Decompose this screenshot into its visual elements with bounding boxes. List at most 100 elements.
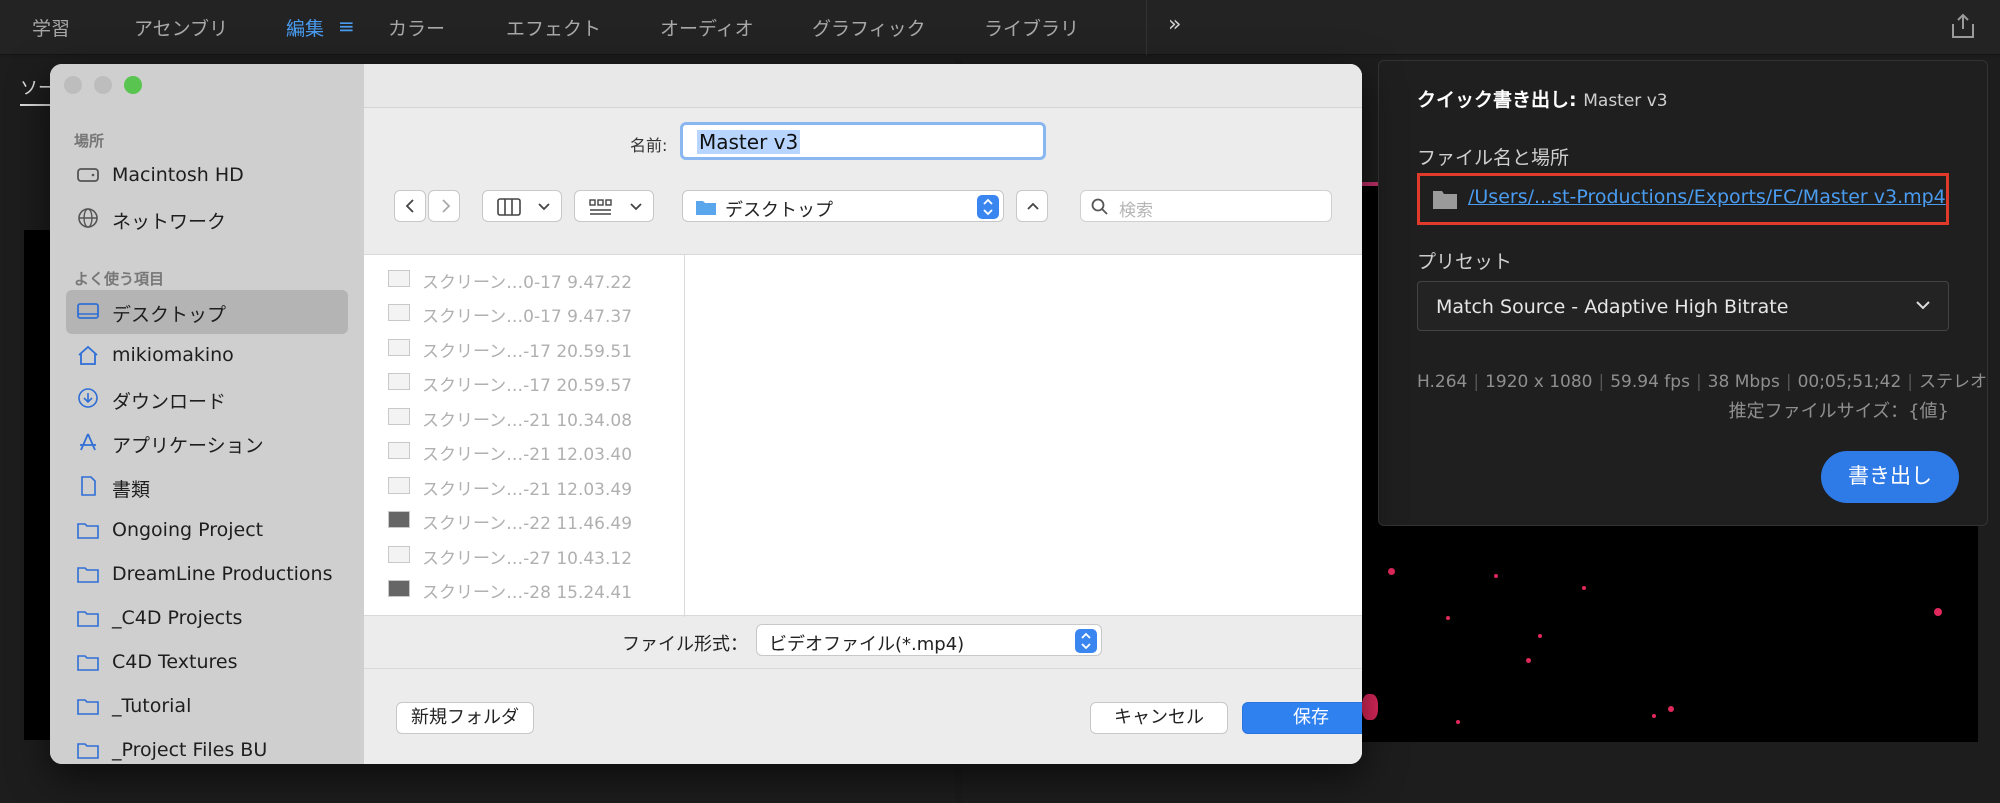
file-name: スクリーン…-17 20.59.57 — [422, 376, 633, 396]
folder-icon — [77, 567, 99, 583]
audio-info: ステレオ — [1919, 372, 1988, 392]
video-particle — [1934, 608, 1942, 616]
export-settings-summary: H.264 | 1920 x 1080 | 59.94 fps | 38 Mbps | 00;0… — [1417, 372, 1988, 392]
divider — [1146, 0, 1147, 55]
collapse-button[interactable] — [1016, 190, 1048, 222]
sidebar-item-desktop[interactable]: デスクトップ — [66, 290, 348, 334]
sidebar-item-c4d-textures[interactable]: C4D Textures — [66, 641, 348, 683]
search-placeholder: 検索 — [1119, 201, 1153, 221]
hard-drive-icon — [77, 168, 99, 182]
forward-button[interactable] — [428, 190, 460, 222]
sidebar-item-label: _Tutorial — [112, 695, 192, 717]
cancel-button[interactable]: キャンセル — [1090, 702, 1228, 734]
tab-editing[interactable]: 編集 — [286, 14, 324, 41]
close-window-button[interactable] — [64, 76, 82, 94]
format-dropdown[interactable]: ビデオファイル(*.mp4) — [756, 624, 1102, 656]
image-thumbnail-icon — [388, 580, 410, 597]
sidebar-item-label: _Project Files BU — [112, 739, 268, 761]
zoom-window-button[interactable] — [124, 76, 142, 94]
view-mode-button[interactable] — [482, 190, 562, 222]
sidebar-item-project-files-bu[interactable]: _Project Files BU — [66, 729, 348, 764]
sidebar-item-applications[interactable]: アプリケーション — [66, 421, 348, 463]
location-dropdown[interactable]: デスクトップ — [682, 190, 1004, 222]
image-thumbnail-icon — [388, 339, 410, 356]
resolution-info: 1920 x 1080 — [1485, 372, 1593, 392]
sidebar-item-label: C4D Textures — [112, 651, 238, 673]
stepper-icon — [1075, 629, 1097, 653]
folder-icon — [77, 611, 99, 627]
tab-assembly[interactable]: アセンブリ — [134, 14, 228, 41]
image-thumbnail-icon — [388, 304, 410, 321]
file-name: スクリーン…0-17 9.47.37 — [422, 307, 633, 327]
sidebar-item-label: _C4D Projects — [112, 607, 243, 629]
framerate-info: 59.94 fps — [1610, 372, 1690, 392]
tab-audio[interactable]: オーディオ — [660, 14, 754, 41]
video-particle — [1456, 720, 1460, 724]
image-thumbnail-icon — [388, 511, 410, 528]
file-name: スクリーン…-21 10.34.08 — [422, 411, 633, 431]
export-button[interactable]: 書き出し — [1821, 451, 1959, 503]
folder-icon — [77, 523, 99, 539]
file-location-label: ファイル名と場所 — [1417, 147, 1570, 169]
image-thumbnail-icon — [388, 546, 410, 563]
minimize-window-button[interactable] — [94, 76, 112, 94]
filename-value: Master v3 — [697, 130, 801, 154]
share-icon[interactable] — [1950, 12, 1976, 40]
sidebar-item-tutorial[interactable]: _Tutorial — [66, 685, 348, 727]
video-particle — [1388, 568, 1395, 575]
columns-view-icon — [497, 198, 521, 216]
quick-export-sequence-name: Master v3 — [1583, 91, 1668, 111]
video-particle — [1652, 714, 1656, 718]
image-thumbnail-icon — [388, 477, 410, 494]
back-button[interactable] — [394, 190, 426, 222]
quick-export-title: クイック書き出し: Master v3 — [1417, 85, 1668, 112]
group-button[interactable] — [574, 190, 654, 222]
filename-input[interactable]: Master v3 — [680, 122, 1046, 160]
sidebar-item-network[interactable]: ネットワーク — [66, 197, 348, 239]
dialog-titlebar — [364, 64, 1362, 108]
favorites-header: よく使う項目 — [74, 270, 165, 288]
sidebar-item-macintosh-hd[interactable]: Macintosh HD — [66, 154, 348, 196]
sidebar-item-home[interactable]: mikiomakino — [66, 334, 348, 376]
preset-dropdown[interactable]: Match Source - Adaptive High Bitrate — [1417, 281, 1949, 331]
folder-icon — [77, 655, 99, 671]
codec-info: H.264 — [1417, 372, 1468, 392]
bitrate-info: 38 Mbps — [1707, 372, 1780, 392]
folder-icon — [1433, 191, 1457, 209]
double-chevron-right-icon[interactable]: » — [1168, 12, 1181, 37]
applications-icon — [80, 433, 96, 451]
file-path-highlight: /Users/...st-Productions/Exports/FC/Mast… — [1417, 173, 1949, 225]
new-folder-button[interactable]: 新規フォルダ — [396, 702, 534, 734]
sidebar-item-label: mikiomakino — [112, 344, 234, 366]
location-value: デスクトップ — [725, 200, 833, 221]
file-name: スクリーン…-22 11.46.49 — [422, 514, 633, 534]
save-button[interactable]: 保存 — [1242, 702, 1362, 734]
sidebar-item-label: ダウンロード — [112, 391, 227, 413]
tab-color[interactable]: カラー — [388, 14, 445, 41]
save-dialog: 場所 Macintosh HD ネットワーク よく使う項目 デスクトップ mik… — [50, 64, 1362, 764]
sidebar-item-downloads[interactable]: ダウンロード — [66, 377, 348, 419]
sidebar-item-c4d-projects[interactable]: _C4D Projects — [66, 597, 348, 639]
search-input[interactable]: 検索 — [1080, 190, 1332, 222]
tab-learning[interactable]: 学習 — [32, 14, 70, 41]
sidebar-item-documents[interactable]: 書類 — [66, 465, 348, 507]
chevron-right-icon — [442, 199, 451, 213]
sidebar-item-dreamline-productions[interactable]: DreamLine Productions — [66, 553, 348, 595]
tab-effects[interactable]: エフェクト — [506, 14, 601, 41]
desktop-icon — [77, 303, 99, 319]
grid-icon — [589, 199, 612, 215]
search-icon — [1091, 198, 1108, 215]
video-particle — [1362, 694, 1378, 720]
tab-graphics[interactable]: グラフィック — [812, 14, 926, 41]
file-path-link[interactable]: /Users/...st-Productions/Exports/FC/Mast… — [1468, 186, 1946, 208]
preset-value: Match Source - Adaptive High Bitrate — [1436, 296, 1789, 318]
duration-info: 00;05;51;42 — [1797, 372, 1902, 392]
file-name: スクリーン…-17 20.59.51 — [422, 342, 633, 362]
chevron-down-icon — [1916, 301, 1930, 310]
tab-libraries[interactable]: ライブラリ — [984, 14, 1079, 41]
divider — [364, 668, 1362, 669]
sidebar-item-label: デスクトップ — [112, 304, 227, 326]
hamburger-icon[interactable]: ≡ — [338, 14, 355, 38]
chevron-left-icon — [405, 199, 414, 213]
sidebar-item-ongoing-project[interactable]: Ongoing Project — [66, 509, 348, 551]
